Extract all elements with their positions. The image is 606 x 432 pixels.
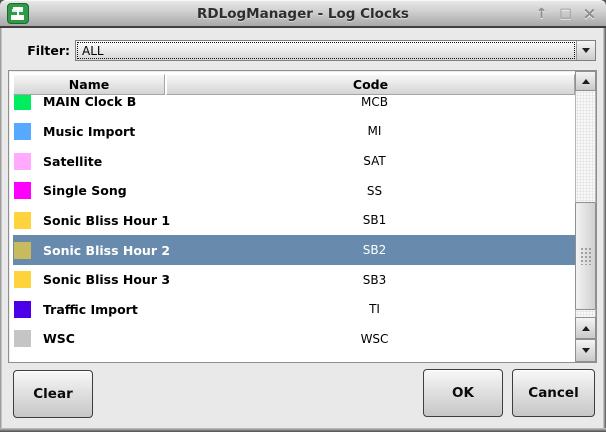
scrollbar-thumb[interactable] bbox=[575, 202, 596, 310]
arrow-up-icon bbox=[582, 326, 590, 331]
clock-name: WSC bbox=[43, 331, 75, 346]
titlebar[interactable]: RDLogManager - Log Clocks ↑ □ × bbox=[0, 0, 606, 28]
chevron-down-icon bbox=[582, 48, 590, 53]
scrollbar-down-button[interactable] bbox=[575, 339, 596, 362]
clock-color-swatch bbox=[14, 123, 31, 140]
arrow-down-icon bbox=[582, 348, 590, 353]
filter-combobox[interactable]: ALL bbox=[75, 40, 596, 61]
clock-list-viewport: MAIN Clock B MCB Music Import MI Satelli… bbox=[13, 95, 575, 362]
clock-name: Sonic Bliss Hour 1 bbox=[43, 213, 170, 228]
filter-combobox-arrow-button[interactable] bbox=[576, 41, 595, 60]
clock-code: SB1 bbox=[170, 213, 575, 227]
table-row-selected[interactable]: Sonic Bliss Hour 2 SB2 bbox=[13, 235, 575, 265]
clock-name: Traffic Import bbox=[43, 302, 138, 317]
arrow-up-icon bbox=[582, 79, 590, 84]
clock-color-swatch bbox=[14, 271, 31, 288]
shade-icon[interactable]: ↑ bbox=[533, 4, 550, 24]
clock-name: Satellite bbox=[43, 154, 102, 169]
window-title: RDLogManager - Log Clocks bbox=[0, 0, 606, 28]
close-icon[interactable]: × bbox=[581, 4, 598, 24]
clock-code: SB2 bbox=[170, 243, 575, 257]
column-header-name[interactable]: Name bbox=[13, 74, 165, 95]
window-border-left bbox=[0, 0, 2, 432]
maximize-icon[interactable]: □ bbox=[557, 4, 574, 24]
cancel-button[interactable]: Cancel bbox=[512, 369, 595, 417]
table-row[interactable]: Sonic Bliss Hour 1 SB1 bbox=[13, 206, 575, 236]
table-row[interactable]: Traffic Import TI bbox=[13, 294, 575, 324]
window-border-bottom bbox=[0, 428, 606, 432]
scrollbar-grip-icon bbox=[580, 247, 592, 265]
filter-combobox-value: ALL bbox=[77, 42, 575, 59]
clock-code: SB3 bbox=[170, 273, 575, 287]
table-row[interactable]: MAIN Clock B MCB bbox=[13, 95, 575, 117]
clock-code: TI bbox=[170, 302, 575, 316]
clear-button[interactable]: Clear bbox=[13, 370, 93, 418]
clock-code: WSC bbox=[170, 332, 575, 346]
scrollbar-up-button-bottom[interactable] bbox=[575, 317, 596, 339]
table-row[interactable]: Music Import MI bbox=[13, 117, 575, 147]
clock-color-swatch bbox=[14, 95, 31, 110]
window-controls: ↑ □ × bbox=[533, 0, 598, 28]
clock-code: MCB bbox=[170, 95, 575, 109]
clock-color-swatch bbox=[14, 153, 31, 170]
table-row[interactable]: Single Song SS bbox=[13, 176, 575, 206]
clock-code: MI bbox=[170, 124, 575, 138]
clock-color-swatch bbox=[14, 330, 31, 347]
clock-list: MAIN Clock B MCB Music Import MI Satelli… bbox=[13, 95, 575, 354]
clock-color-swatch bbox=[14, 242, 31, 259]
rdlogmanager-window: RDLogManager - Log Clocks ↑ □ × Filter: … bbox=[0, 0, 606, 432]
column-header-code[interactable]: Code bbox=[166, 74, 575, 95]
clock-name: Single Song bbox=[43, 183, 127, 198]
clock-color-swatch bbox=[14, 212, 31, 229]
clock-color-swatch bbox=[14, 301, 31, 318]
clock-name: Sonic Bliss Hour 3 bbox=[43, 272, 170, 287]
clock-name: MAIN Clock B bbox=[43, 95, 136, 109]
filter-label: Filter: bbox=[18, 43, 70, 58]
clock-name: Music Import bbox=[43, 124, 135, 139]
table-row[interactable]: WSC WSC bbox=[13, 324, 575, 354]
scrollbar-up-button[interactable] bbox=[575, 71, 596, 91]
clock-code: SAT bbox=[170, 154, 575, 168]
clock-name: Sonic Bliss Hour 2 bbox=[43, 243, 170, 258]
table-row[interactable]: Satellite SAT bbox=[13, 146, 575, 176]
clock-code: SS bbox=[170, 184, 575, 198]
ok-button[interactable]: OK bbox=[423, 369, 503, 417]
table-row[interactable]: Sonic Bliss Hour 3 SB3 bbox=[13, 265, 575, 295]
clock-color-swatch bbox=[14, 182, 31, 199]
